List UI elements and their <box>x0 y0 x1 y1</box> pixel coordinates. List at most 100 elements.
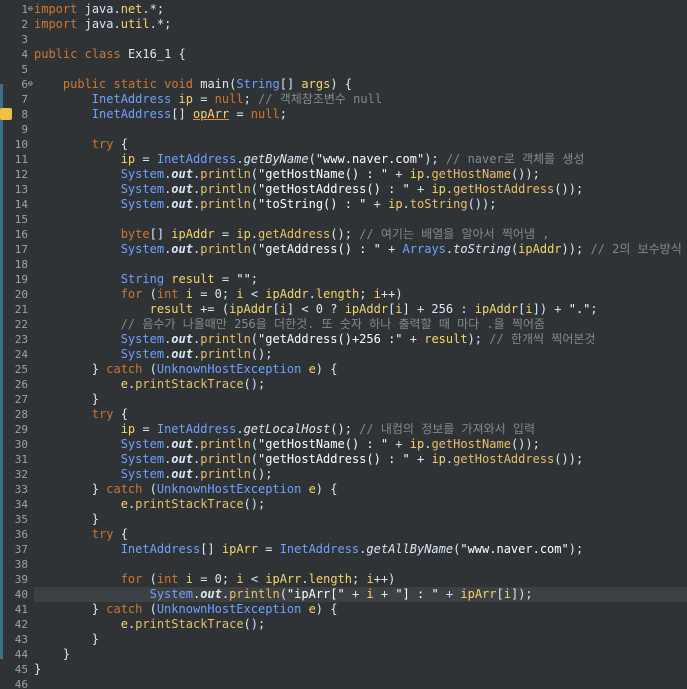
line-number: 16 <box>14 228 28 241</box>
code-line[interactable]: 2 import java.util.*; <box>21 17 687 32</box>
code-line[interactable]: 9 <box>21 122 687 137</box>
line-number: 46 <box>14 678 28 689</box>
code-line[interactable]: 33 } catch (UnknownHostException e) { <box>15 482 687 497</box>
code-line[interactable]: 45} <box>15 662 687 677</box>
code-text: ip = InetAddress.getByName("www.naver.co… <box>120 152 585 166</box>
line-number: 34 <box>14 498 28 511</box>
line-number: 22 <box>14 318 28 331</box>
code-text: // 음수가 나올때만 256을 더한것. 또 숫자 하나 출력할 때 마다 .… <box>120 317 546 331</box>
code-line[interactable]: 13 System.out.println("getHostAddress() … <box>15 182 687 197</box>
code-line[interactable]: 12 System.out.println("getHostName() : "… <box>15 167 687 182</box>
code-line[interactable]: 31 System.out.println("getHostAddress() … <box>15 452 687 467</box>
code-line[interactable]: 4 public class Ex16_1 { <box>21 47 687 62</box>
line-number: 21 <box>14 303 28 316</box>
code-text: System.out.println("getAddress() : " + A… <box>120 242 682 256</box>
line-number: 10 <box>14 138 28 151</box>
line-number: 6 <box>21 78 28 91</box>
line-number: 29 <box>14 423 28 436</box>
code-line[interactable]: 39 for (int i = 0; i < ipArr.length; i++… <box>15 572 687 587</box>
code-line[interactable]: 35 } <box>15 512 687 527</box>
line-number: 30 <box>14 438 28 451</box>
code-line[interactable]: 19 String result = ""; <box>15 272 687 287</box>
code-text: InetAddress ip = null; // 객체참조변수 null <box>91 92 383 106</box>
code-line[interactable]: 38 <box>15 557 687 572</box>
code-text: System.out.println("getHostName() : " + … <box>120 167 540 181</box>
code-text: public static void main(String[] args) { <box>62 77 353 91</box>
code-text: System.out.println("getAddress()+256 :" … <box>120 332 596 346</box>
code-line[interactable]: 46 <box>15 677 687 689</box>
code-line[interactable]: 40 System.out.println("ipArr[" + i + "] … <box>15 587 687 602</box>
code-text: System.out.println("getHostAddress() : "… <box>120 452 584 466</box>
line-number: 20 <box>14 288 28 301</box>
code-line[interactable]: 27 } <box>15 392 687 407</box>
line-number: 42 <box>14 618 28 631</box>
line-number: 15 <box>14 213 28 226</box>
line-number: 14 <box>14 198 28 211</box>
code-text: String result = ""; <box>120 272 259 286</box>
code-line[interactable]: 7 InetAddress ip = null; // 객체참조변수 null <box>21 92 687 107</box>
warning-icon[interactable] <box>0 108 12 120</box>
code-line[interactable]: 43 } <box>15 632 687 647</box>
code-line[interactable]: 25 } catch (UnknownHostException e) { <box>15 362 687 377</box>
line-number: 3 <box>21 33 28 46</box>
line-number: 40 <box>14 588 28 601</box>
code-text: e.printStackTrace(); <box>120 617 266 631</box>
code-line[interactable]: 21 result += (ipAddr[i] < 0 ? ipAddr[i] … <box>15 302 687 317</box>
code-line[interactable]: 32 System.out.println(); <box>15 467 687 482</box>
code-text: try { <box>91 137 128 151</box>
code-line[interactable]: 18 <box>15 257 687 272</box>
code-text: result += (ipAddr[i] < 0 ? ipAddr[i] + 2… <box>149 302 598 316</box>
line-number: 1 <box>21 3 28 16</box>
code-line[interactable]: 23 System.out.println("getAddress()+256 … <box>15 332 687 347</box>
code-line[interactable]: 17 System.out.println("getAddress() : " … <box>15 242 687 257</box>
code-area[interactable]: 1 ⊖ import java.net.*; 2 import java.util.*;… <box>0 0 687 689</box>
code-editor[interactable]: 1 ⊖ import java.net.*; 2 import java.util.*;… <box>0 0 687 689</box>
line-number: 26 <box>14 378 28 391</box>
code-line[interactable]: 34 e.printStackTrace(); <box>15 497 687 512</box>
code-line[interactable]: 6 ⊖ public static void main(String[] args… <box>21 77 687 92</box>
fold-toggle-icon[interactable]: ⊖ <box>28 80 34 88</box>
line-number: 32 <box>14 468 28 481</box>
line-number: 44 <box>14 648 28 661</box>
code-line[interactable]: 16 byte[] ipAddr = ip.getAddress(); // 여… <box>15 227 687 242</box>
code-text: } <box>34 392 100 406</box>
code-text: InetAddress[] opArr = null; <box>91 107 287 121</box>
code-text: } <box>34 632 100 646</box>
code-line[interactable]: 22 // 음수가 나올때만 256을 더한것. 또 숫자 하나 출력할 때 마… <box>15 317 687 332</box>
code-line[interactable]: 26 e.printStackTrace(); <box>15 377 687 392</box>
code-text: ip = InetAddress.getLocalHost(); // 내컴의 … <box>120 422 536 436</box>
code-line[interactable]: 28 try { <box>15 407 687 422</box>
code-line[interactable]: 44 } <box>15 647 687 662</box>
code-line[interactable]: 5 <box>21 62 687 77</box>
code-line[interactable]: 3 <box>21 32 687 47</box>
line-number: 4 <box>21 48 28 61</box>
code-text: byte[] ipAddr = ip.getAddress(); // 여기는 … <box>120 227 550 241</box>
code-text: System.out.println(); <box>120 347 273 361</box>
line-number: 12 <box>14 168 28 181</box>
code-line[interactable]: 41 } catch (UnknownHostException e) { <box>15 602 687 617</box>
code-line[interactable]: 8 InetAddress[] opArr = null; <box>0 107 687 122</box>
line-number: 7 <box>21 93 28 106</box>
line-number: 33 <box>14 483 28 496</box>
code-line[interactable]: 24 System.out.println(); <box>15 347 687 362</box>
code-line[interactable]: 42 e.printStackTrace(); <box>15 617 687 632</box>
line-number: 25 <box>14 363 28 376</box>
code-text: try { <box>91 407 128 421</box>
code-line[interactable]: 14 System.out.println("toString() : " + … <box>15 197 687 212</box>
code-text: for (int i = 0; i < ipAddr.length; i++) <box>120 287 403 301</box>
fold-toggle-icon[interactable]: ⊖ <box>28 5 34 13</box>
code-line[interactable]: 37 InetAddress[] ipArr = InetAddress.get… <box>15 542 687 557</box>
code-line[interactable]: 1 ⊖ import java.net.*; <box>21 2 687 17</box>
line-number: 18 <box>14 258 28 271</box>
line-number: 39 <box>14 573 28 586</box>
code-line[interactable]: 10 try { <box>15 137 687 152</box>
code-line[interactable]: 29 ip = InetAddress.getLocalHost(); // 내… <box>15 422 687 437</box>
code-line[interactable]: 20 for (int i = 0; i < ipAddr.length; i+… <box>15 287 687 302</box>
code-line[interactable]: 11 ip = InetAddress.getByName("www.naver… <box>15 152 687 167</box>
line-number: 31 <box>14 453 28 466</box>
code-line[interactable]: 30 System.out.println("getHostName() : "… <box>15 437 687 452</box>
line-number: 27 <box>14 393 28 406</box>
code-text: import java.net.*; <box>34 2 165 16</box>
code-line[interactable]: 36 try { <box>15 527 687 542</box>
code-line[interactable]: 15 <box>15 212 687 227</box>
